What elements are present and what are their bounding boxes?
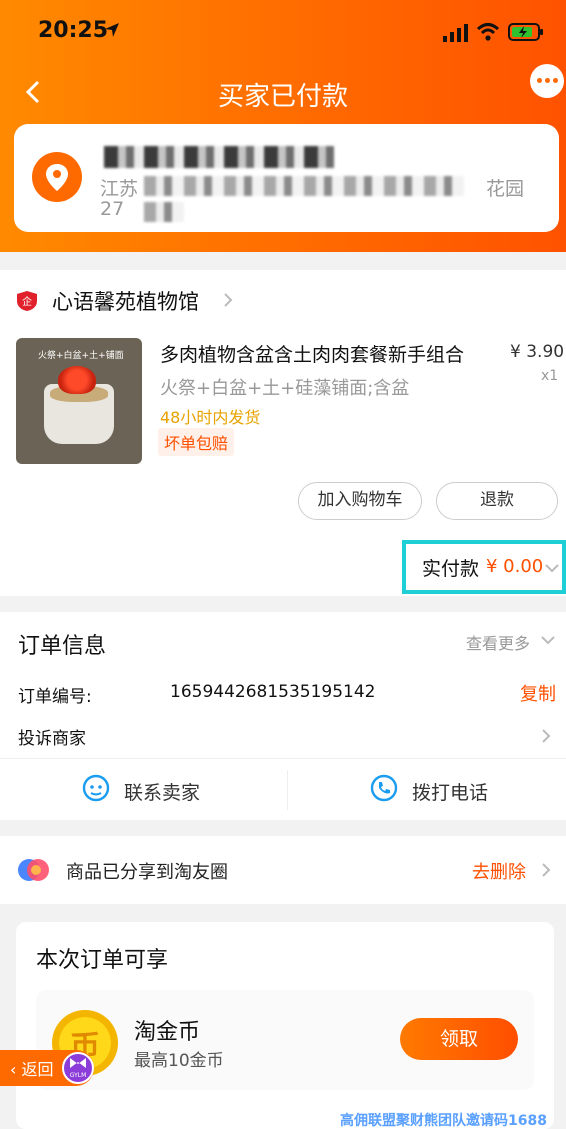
nav-bar: 买家已付款 (0, 64, 566, 120)
guarantee-tag: 坏单包赔 (158, 428, 235, 456)
battery-icon (508, 23, 543, 41)
see-more-chevron-icon[interactable] (540, 634, 556, 646)
product-price: ¥ 3.90 (510, 342, 565, 362)
page-title: 买家已付款 (217, 82, 348, 112)
shop-name[interactable]: 心语馨苑植物馆 (52, 286, 199, 316)
product-card: 企 心语馨苑植物馆 火祭+白盆+土+铺面 多肉植物含盆含土肉肉套餐新手组合 ¥ … (0, 270, 566, 596)
order-header: 20:25 买家已付款 江苏 花园 27 (0, 0, 566, 252)
product-title[interactable]: 多肉植物含盆含土肉肉套餐新手组合 (160, 340, 464, 367)
coin-desc: 最高10金币 (134, 1051, 224, 1071)
location-arrow-icon (105, 23, 119, 37)
wifi-icon (476, 23, 500, 41)
complaint-chevron-icon[interactable] (540, 728, 552, 744)
address-line2: 27 (100, 198, 125, 220)
coin-name: 淘金币 (134, 1020, 201, 1045)
gylm-logo-icon: GYLM (62, 1052, 94, 1084)
location-pin-icon (32, 152, 82, 202)
shipping-note: 48小时内发货 (160, 408, 261, 427)
add-to-cart-button[interactable]: 加入购物车 (298, 482, 422, 520)
share-status-text: 商品已分享到淘友圈 (66, 862, 228, 883)
refund-button[interactable]: 退款 (436, 482, 558, 520)
product-sku: 火祭+白盆+土+硅藻铺面;含盆 (160, 378, 410, 399)
product-qty: x1 (541, 368, 559, 384)
complaint-label[interactable]: 投诉商家 (18, 724, 86, 749)
address-line1-start: 江苏 (100, 178, 139, 200)
order-info-title: 订单信息 (18, 634, 107, 659)
address-line1-end: 花园 (486, 178, 525, 200)
order-number-label: 订单编号: (18, 687, 92, 707)
recipient-redacted (104, 146, 334, 168)
get-coin-button[interactable]: 领取 (400, 1018, 518, 1060)
address-card[interactable]: 江苏 花园 27 (14, 124, 559, 232)
see-more-link[interactable]: 查看更多 (466, 630, 530, 654)
gylm-badge-text: GYLM (69, 1072, 87, 1079)
return-text: 返回 (21, 1060, 54, 1079)
paid-label: 实付款 (422, 558, 480, 580)
phone-icon (370, 774, 398, 802)
paid-value: ¥ 0.00 (486, 556, 544, 577)
share-card: 商品已分享到淘友圈 去删除 (0, 836, 566, 904)
more-menu-button[interactable] (530, 64, 564, 98)
call-button[interactable]: 拨打电话 (412, 778, 488, 805)
order-info-divider (0, 758, 566, 759)
shop-chevron-icon[interactable] (222, 292, 234, 308)
svg-text:企: 企 (22, 295, 32, 308)
return-label: ‹ 返回 (10, 1060, 54, 1079)
contact-seller-icon (82, 774, 110, 802)
shop-badge-icon: 企 (17, 291, 37, 311)
delete-share-chevron-icon[interactable] (540, 862, 552, 878)
paid-chevron-down-icon (545, 564, 559, 573)
status-bar: 20:25 (0, 0, 566, 64)
order-number-value: 1659442681535195142 (170, 682, 376, 702)
floating-return-button[interactable]: ‹ 返回 GYLM (0, 1050, 94, 1086)
address-redacted-2 (144, 202, 184, 222)
delete-share-button[interactable]: 去删除 (472, 858, 526, 884)
address-redacted (144, 176, 464, 196)
copy-button[interactable]: 复制 (520, 680, 556, 706)
taoyou-circle-icon (18, 859, 49, 881)
watermark-text: 高佣联盟聚财熊团队邀请码1688 (340, 1113, 547, 1129)
perks-title: 本次订单可享 (36, 948, 169, 973)
paid-amount-highlight[interactable]: 实付款 ¥ 0.00 (402, 540, 566, 594)
signal-icon (443, 24, 468, 42)
order-info-card: 订单信息 查看更多 订单编号: 1659442681535195142 复制 投… (0, 612, 566, 820)
action-separator (287, 770, 288, 810)
status-time: 20:25 (38, 18, 109, 43)
contact-seller-button[interactable]: 联系卖家 (124, 778, 200, 805)
succulent-shape (58, 366, 96, 394)
thumb-caption: 火祭+白盆+土+铺面 (38, 351, 124, 361)
product-thumbnail[interactable]: 火祭+白盆+土+铺面 (16, 338, 142, 464)
